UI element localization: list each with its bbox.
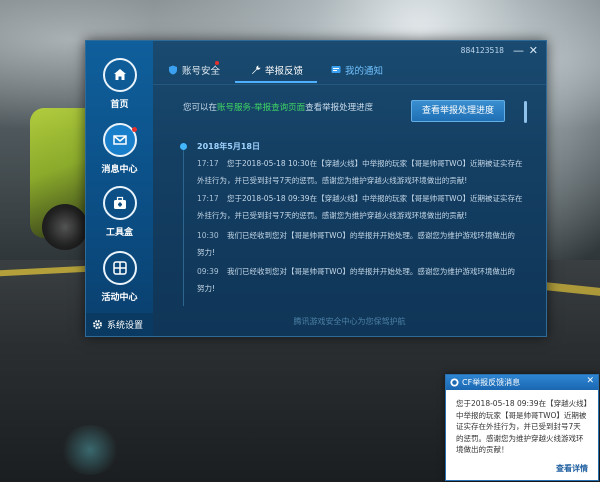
hint-text: 查看举报处理进度 — [305, 103, 374, 113]
timeline-entry: 09:39 我们已经收到您对【哥是帅哥TWO】的举报并开始处理。感谢您为维护游戏环… — [197, 263, 527, 297]
shield-icon — [169, 65, 177, 75]
footer-watermark: 腾讯游戏安全中心为您保驾护航 — [293, 317, 406, 326]
tab-bar: 账号安全 举报反馈 我的通知 — [163, 61, 543, 83]
popup-title: CF举报反馈消息 — [462, 378, 521, 387]
main-content: 884123518 — ✕ 账号安全 举报反馈 我的通知 您可以在账号服务-举报… — [153, 41, 546, 336]
tab-label: 账号安全 — [182, 66, 221, 77]
entry-message: 您于2018-05-18 10:30在【穿越火线】中举报的玩家【哥是帅哥TWO】… — [227, 159, 523, 168]
toolbox-icon — [102, 186, 137, 220]
sidebar-item-label: 首页 — [110, 100, 129, 110]
popup-header: CF举报反馈消息 ✕ — [446, 375, 598, 390]
popup-line: 中举报的玩家【哥是帅哥TWO】近期被 — [456, 410, 587, 420]
close-button[interactable]: ✕ — [529, 44, 538, 57]
timeline-dot — [180, 143, 187, 150]
vehicle-wheel — [42, 204, 88, 250]
entry-message: 我们已经收到您对【哥是帅哥TWO】的举报并开始处理。感谢您为维护游戏环境做出的 — [227, 267, 515, 276]
tab-report-feedback[interactable]: 举报反馈 — [251, 63, 303, 77]
minimize-button[interactable]: — — [513, 44, 524, 57]
sidebar: 首页 消息中心 工具盒 活动中心 系统设置 — [86, 41, 153, 336]
sidebar-item-home[interactable]: 首页 — [86, 58, 153, 120]
sidebar-item-label: 消息中心 — [101, 165, 138, 175]
popup-message: 您于2018-05-18 09:39在【穿越火线】 中举报的玩家【哥是帅哥TWO… — [446, 390, 598, 456]
popup-line: 境做出的贡献！ — [456, 445, 509, 454]
view-details-link[interactable]: 查看详情 — [556, 463, 588, 474]
gear-icon — [93, 320, 102, 329]
background-glow — [60, 425, 120, 475]
tab-account-security[interactable]: 账号安全 — [168, 63, 220, 77]
entry-time: 17:17 — [197, 159, 219, 168]
report-progress-hint: 您可以在账号服务-举报查询页面查看举报处理进度 — [183, 101, 373, 113]
timeline-line — [183, 146, 184, 306]
entry-time: 09:39 — [197, 267, 219, 276]
sidebar-item-activity[interactable]: 活动中心 — [86, 251, 153, 313]
entry-message: 努力! — [197, 284, 216, 293]
sidebar-item-messages[interactable]: 消息中心 — [86, 123, 153, 185]
security-center-window: 首页 消息中心 工具盒 活动中心 系统设置 884123518 — ✕ 账号安全… — [85, 40, 547, 337]
home-icon — [102, 58, 137, 92]
scrollbar-thumb[interactable] — [524, 101, 527, 123]
activity-icon — [102, 251, 137, 285]
timeline-entry: 17:17 您于2018-05-18 09:39在【穿越火线】中举报的玩家【哥是帅… — [197, 190, 527, 224]
check-report-progress-button[interactable]: 查看举报处理进度 — [411, 100, 505, 122]
entry-message: 努力! — [197, 248, 216, 257]
entry-message: 我们已经收到您对【哥是帅哥TWO】的举报并开始处理。感谢您为维护游戏环境做出的 — [227, 231, 515, 240]
title-bar: 884123518 — ✕ — [153, 41, 546, 61]
popup-close-button[interactable]: ✕ — [586, 376, 594, 386]
account-service-link[interactable]: 账号服务-举报查询页面 — [217, 103, 305, 113]
entry-message: 外挂行为，并已受到封号7天的惩罚。感谢您为维护穿越火线游戏环境做出的贡献! — [197, 211, 468, 220]
tab-label: 举报反馈 — [265, 66, 304, 77]
system-settings-button[interactable]: 系统设置 — [86, 313, 153, 336]
entry-time: 10:30 — [197, 231, 219, 240]
popup-line: 您于2018-05-18 09:39在【穿越火线】 — [456, 399, 592, 408]
notification-popup: CF举报反馈消息 ✕ 您于2018-05-18 09:39在【穿越火线】 中举报… — [445, 374, 599, 481]
settings-label: 系统设置 — [107, 321, 144, 331]
popup-line: 的惩罚。感谢您为维护穿越火线游戏环 — [456, 433, 584, 443]
message-icon — [331, 66, 341, 73]
sidebar-item-label: 工具盒 — [105, 228, 133, 238]
entry-time: 17:17 — [197, 194, 219, 203]
tab-alert-dot — [215, 61, 219, 65]
entry-message: 您于2018-05-18 09:39在【穿越火线】中举报的玩家【哥是帅哥TWO】… — [227, 194, 523, 203]
divider — [153, 84, 546, 85]
tab-label: 我的通知 — [345, 66, 384, 77]
hint-text: 您可以在 — [183, 103, 218, 113]
tab-my-notifications[interactable]: 我的通知 — [331, 63, 383, 77]
active-tab-indicator — [235, 81, 317, 83]
sidebar-item-label: 活动中心 — [101, 293, 138, 303]
wrench-icon — [252, 65, 261, 74]
sidebar-item-toolbox[interactable]: 工具盒 — [86, 186, 153, 248]
account-id: 884123518 — [460, 46, 504, 55]
timeline-entry: 17:17 您于2018-05-18 10:30在【穿越火线】中举报的玩家【哥是帅… — [197, 155, 527, 189]
timeline-entry: 10:30 我们已经收到您对【哥是帅哥TWO】的举报并开始处理。感谢您为维护游戏环… — [197, 227, 527, 261]
unread-indicator — [132, 127, 137, 132]
cf-logo-icon — [450, 378, 459, 387]
popup-line: 证实存在外挂行为，并已受到封号7天 — [456, 422, 581, 431]
entry-message: 外挂行为，并已受到封号7天的惩罚。感谢您为维护穿越火线游戏环境做出的贡献! — [197, 176, 468, 185]
timeline-date: 2018年5月18日 — [197, 142, 260, 151]
